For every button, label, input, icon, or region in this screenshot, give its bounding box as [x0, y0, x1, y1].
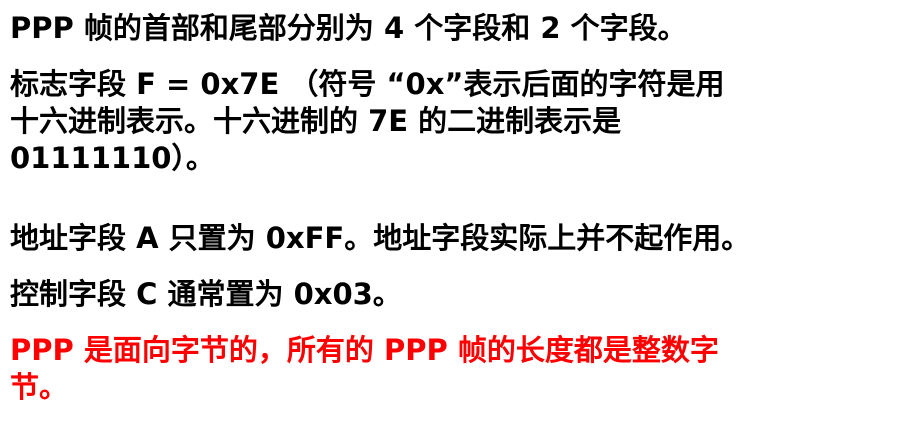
paragraph-control-field: 控制字段 C 通常置为 0x03。 — [10, 276, 402, 313]
text-line: 标志字段 F = 0x7E （符号 “0x”表示后面的字符是用 — [10, 67, 725, 101]
paragraph-ppp-frame-fields: PPP 帧的首部和尾部分别为 4 个字段和 2 个字段。 — [10, 10, 687, 47]
text-line: PPP 帧的首部和尾部分别为 4 个字段和 2 个字段。 — [10, 11, 687, 45]
paragraph-byte-oriented-note: PPP 是面向字节的，所有的 PPP 帧的长度都是整数字 节。 — [10, 332, 719, 406]
text-line: 十六进制表示。十六进制的 7E 的二进制表示是 — [10, 104, 622, 138]
text-line: 控制字段 C 通常置为 0x03。 — [10, 277, 402, 311]
text-line: PPP 是面向字节的，所有的 PPP 帧的长度都是整数字 — [10, 333, 719, 367]
paragraph-address-field: 地址字段 A 只置为 0xFF。地址字段实际上并不起作用。 — [10, 220, 750, 257]
paragraph-flag-field: 标志字段 F = 0x7E （符号 “0x”表示后面的字符是用 十六进制表示。十… — [10, 66, 724, 177]
text-line: 01111110）。 — [10, 141, 215, 175]
text-line: 节。 — [10, 370, 69, 404]
text-line: 地址字段 A 只置为 0xFF。地址字段实际上并不起作用。 — [10, 221, 751, 255]
slide-content: PPP 帧的首部和尾部分别为 4 个字段和 2 个字段。 标志字段 F = 0x… — [10, 0, 910, 434]
